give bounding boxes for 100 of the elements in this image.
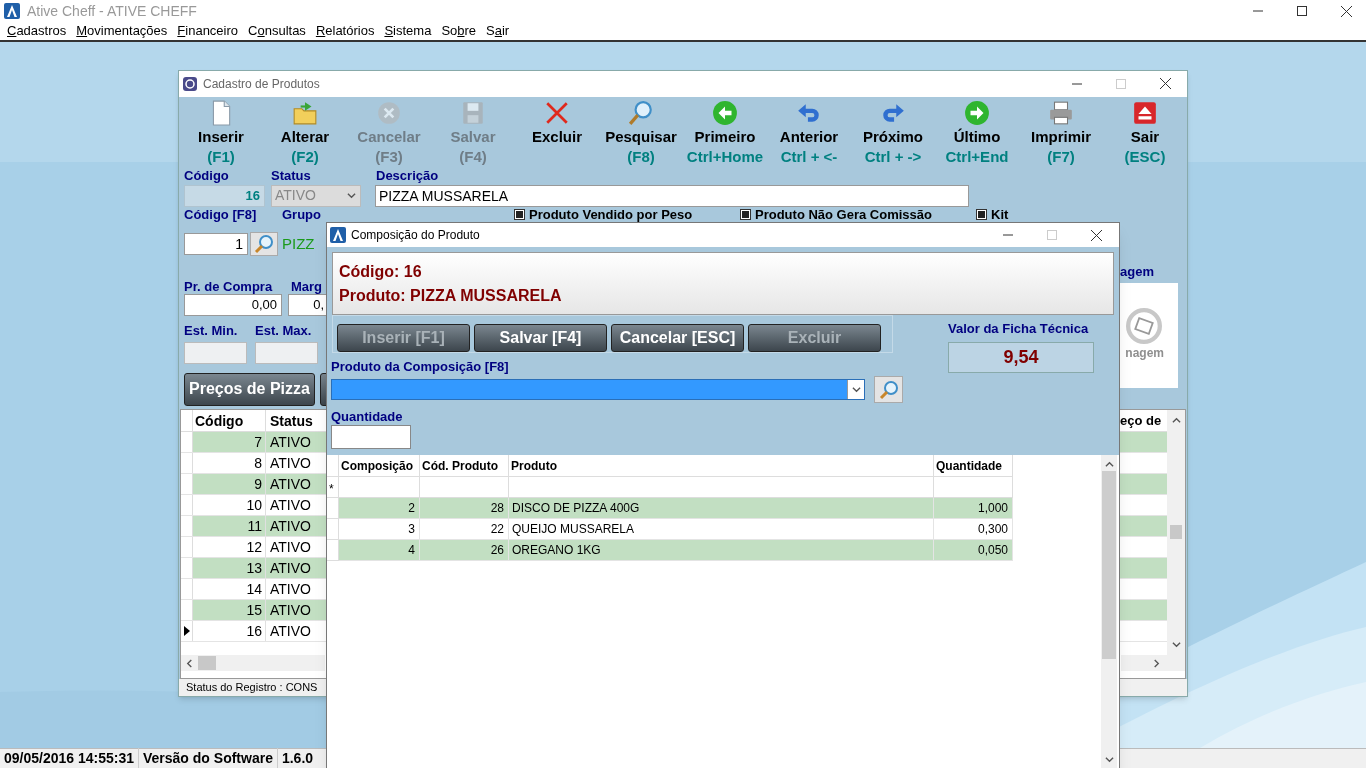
toolbar-button[interactable]: Imprimir (F7) <box>1019 98 1103 167</box>
toolbar-button[interactable]: Próximo Ctrl + -> <box>851 98 935 167</box>
table-cell: QUEIJO MUSSARELA <box>509 519 934 540</box>
menu-item[interactable]: Financeiro <box>172 21 244 41</box>
column-header[interactable]: Status <box>266 409 327 431</box>
folder-icon <box>292 99 318 126</box>
search-icon <box>254 233 274 254</box>
table-cell: 15 <box>193 599 266 620</box>
no-image-icon <box>1126 308 1162 345</box>
status-text: Versão do Software <box>138 748 277 768</box>
max-stock-field[interactable] <box>255 341 318 364</box>
scrollbar-thumb[interactable] <box>1170 524 1182 539</box>
scroll-up-icon[interactable] <box>1171 415 1181 425</box>
column-header[interactable]: Código <box>193 409 266 431</box>
product-name: Produto: PIZZA MUSSARELA <box>339 286 563 305</box>
exit-icon <box>1132 99 1158 126</box>
margin-field[interactable]: 0, <box>288 293 327 316</box>
status-text: Status do Registro : CONS <box>186 680 318 696</box>
scroll-right-icon[interactable] <box>1152 658 1161 668</box>
app-logo-icon <box>330 227 346 243</box>
maximize-icon[interactable] <box>1297 6 1307 16</box>
menu-item[interactable]: Consultas <box>243 21 311 41</box>
search-icon <box>878 379 899 400</box>
product-dropdown[interactable] <box>331 379 865 400</box>
row-stripe <box>1120 515 1167 536</box>
scrollbar-thumb[interactable] <box>198 656 216 671</box>
purchase-price-field[interactable]: 0,00 <box>184 293 282 316</box>
column-header[interactable]: Quantidade <box>934 455 1013 477</box>
column-header[interactable]: Composição <box>339 455 420 477</box>
menu-item[interactable]: Sair <box>481 21 515 41</box>
menu-item[interactable]: Movimentações <box>71 21 173 41</box>
toolbar-button[interactable]: Sair (ESC) <box>1103 98 1187 167</box>
menu-item[interactable]: Sobre <box>436 21 482 41</box>
table-cell: OREGANO 1KG <box>509 540 934 561</box>
description-field[interactable]: PIZZA MUSSARELA <box>375 184 969 207</box>
pizza-prices-button[interactable]: Preços de Pizza <box>184 372 315 406</box>
status-text: 1.6.0 <box>276 748 318 768</box>
dialog-button[interactable]: Salvar [F4] <box>474 324 607 352</box>
caret-icon[interactable] <box>347 191 356 201</box>
toolbar-button[interactable]: Excluir <box>515 98 599 167</box>
column-header[interactable]: Produto <box>509 455 934 477</box>
toolbar-button[interactable]: Último Ctrl+End <box>935 98 1019 167</box>
image-caption: nagem <box>1125 345 1164 363</box>
table-cell: 1,000 <box>934 498 1013 519</box>
checkbox[interactable] <box>514 208 525 220</box>
quantity-field[interactable] <box>331 425 411 449</box>
group-name: PIZZ <box>282 233 315 254</box>
close-icon[interactable] <box>1341 5 1352 17</box>
field-label: agem <box>1120 263 1154 279</box>
table-cell: 26 <box>420 540 509 561</box>
column-header[interactable]: eço de <box>1120 409 1167 431</box>
scrollbar[interactable] <box>181 655 325 672</box>
cancel-icon <box>376 99 402 126</box>
table-cell: 2 <box>339 498 420 519</box>
search-button[interactable] <box>250 231 278 256</box>
table-cell: 4 <box>339 540 420 561</box>
table-cell: 28 <box>420 498 509 519</box>
group-code-field[interactable]: 1 <box>184 232 248 255</box>
search-button[interactable] <box>874 376 903 403</box>
field-label: Produto da Composição [F8] <box>331 359 510 374</box>
field-label: Grupo <box>282 206 322 222</box>
field-label: Status <box>271 167 312 183</box>
checkbox-label: Produto Não Gera Comissão <box>755 206 932 222</box>
scroll-left-icon[interactable] <box>185 658 194 668</box>
scrollbar[interactable] <box>1121 655 1185 672</box>
close-icon[interactable] <box>1091 229 1102 241</box>
dialog-button[interactable]: Cancelar [ESC] <box>611 324 744 352</box>
app-logo-icon <box>4 3 20 19</box>
menu-item[interactable]: Relatórios <box>310 21 380 41</box>
scroll-up-icon[interactable] <box>1104 460 1114 469</box>
menu-item[interactable]: Sistema <box>379 21 437 41</box>
toolbar-button[interactable]: Anterior Ctrl + <- <box>767 98 851 167</box>
min-stock-field[interactable] <box>184 341 247 364</box>
scroll-down-icon[interactable] <box>1171 640 1181 650</box>
toolbar-button[interactable]: Pesquisar (F8) <box>599 98 683 167</box>
checkbox-label: Kit <box>991 206 1009 222</box>
table-cell: DISCO DE PIZZA 400G <box>509 498 934 519</box>
status-text: 09/05/2016 14:55:31 <box>3 749 135 768</box>
row-stripe <box>1120 557 1167 578</box>
scrollbar-thumb[interactable] <box>1102 471 1116 659</box>
window-title: Cadastro de Produtos <box>203 75 320 93</box>
caret-icon[interactable] <box>851 385 861 394</box>
table-cell: 3 <box>339 519 420 540</box>
checkbox[interactable] <box>976 208 987 220</box>
field-label: Quantidade <box>331 409 404 424</box>
total-value: 9,54 <box>948 342 1094 373</box>
checkbox[interactable] <box>740 208 751 220</box>
scroll-down-icon[interactable] <box>1104 755 1114 764</box>
scrollbar[interactable] <box>1167 409 1185 656</box>
column-header[interactable]: Cód. Produto <box>420 455 509 477</box>
toolbar-button[interactable]: Primeiro Ctrl+Home <box>683 98 767 167</box>
row-stripe <box>1120 599 1167 620</box>
scrollbar[interactable] <box>1101 455 1117 768</box>
field-label: Valor da Ficha Técnica <box>948 321 1090 336</box>
toolbar-button[interactable]: Alterar (F2) <box>263 98 347 167</box>
field-label: Est. Max. <box>255 322 312 338</box>
menu-item[interactable]: Cadastros <box>2 21 72 41</box>
close-icon[interactable] <box>1160 78 1171 90</box>
table-cell <box>327 455 339 477</box>
toolbar-button[interactable]: Inserir (F1) <box>179 98 263 167</box>
